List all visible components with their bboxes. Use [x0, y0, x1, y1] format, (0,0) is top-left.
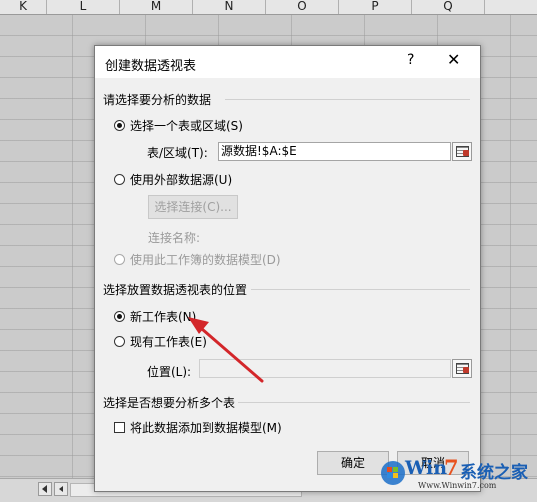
watermark-num: 7	[444, 455, 459, 480]
watermark-win: Win	[405, 457, 448, 479]
site-watermark-logo: Win 7 系统之家 Www.Winwin7.com	[378, 451, 534, 493]
annotation-arrow-icon	[188, 317, 264, 383]
watermark-cn: 系统之家	[460, 463, 528, 483]
watermark-url: Www.Winwin7.com	[418, 481, 497, 490]
